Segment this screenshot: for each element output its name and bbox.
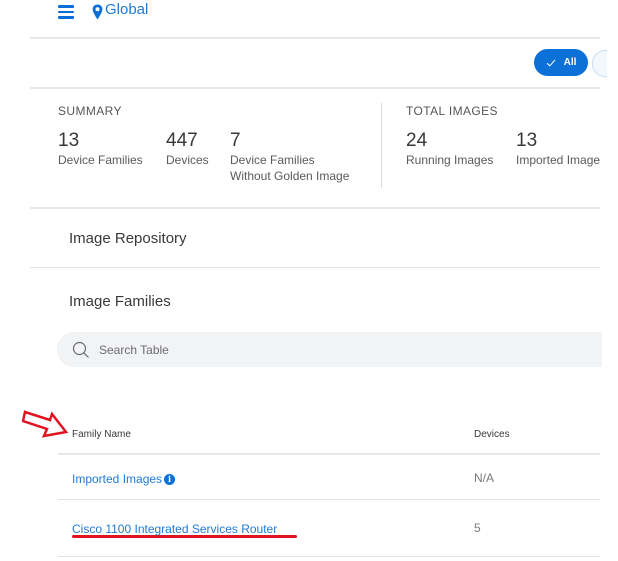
- info-icon[interactable]: i: [164, 474, 176, 485]
- summary-bottom-divider: [30, 207, 600, 209]
- site-selector[interactable]: Global: [105, 1, 148, 18]
- devices-cell: N/A: [474, 471, 495, 485]
- search-input[interactable]: [99, 332, 579, 367]
- image-families-title: Image Families: [69, 293, 171, 310]
- toolbar-divider: [30, 87, 600, 89]
- metric-label: Devices: [166, 153, 209, 167]
- metric-value: 13: [58, 130, 80, 151]
- summary-divider: [381, 103, 382, 188]
- metric-label: Imported Images: [516, 153, 600, 167]
- metric-imported-images[interactable]: 13 Imported Images: [516, 130, 600, 168]
- filter-next-button[interactable]: [592, 50, 607, 77]
- family-name-link[interactable]: Imported Images: [72, 472, 162, 486]
- image-repository-title: Image Repository: [69, 230, 187, 247]
- table-row: Imported Images i: [72, 470, 176, 488]
- column-header-family-name[interactable]: Family Name: [72, 429, 131, 440]
- metric-label: Device Families: [58, 153, 143, 167]
- annotation-arrow-icon: [22, 410, 69, 438]
- metric-label-secondary: Without Golden Image: [230, 169, 350, 183]
- row-divider: [58, 499, 600, 500]
- metric-value: 7: [230, 130, 241, 151]
- metric-value: 447: [166, 130, 198, 151]
- metric-value: 13: [516, 130, 538, 151]
- check-icon: [546, 59, 555, 67]
- metric-families-without-golden[interactable]: 7 Device Families Without Golden Image: [230, 130, 349, 184]
- metric-device-families[interactable]: 13 Device Families: [58, 130, 143, 168]
- filter-all-button[interactable]: All: [534, 49, 588, 76]
- devices-cell: 5: [474, 521, 481, 535]
- metric-devices[interactable]: 447 Devices: [166, 130, 209, 168]
- menu-icon[interactable]: [58, 5, 74, 19]
- family-name-link[interactable]: Cisco 1100 Integrated Services Router: [72, 522, 277, 536]
- total-images-title: TOTAL IMAGES: [406, 104, 498, 118]
- metric-value: 24: [406, 130, 428, 151]
- location-pin-icon: [92, 4, 103, 20]
- filter-all-label: All: [563, 57, 577, 68]
- column-header-devices[interactable]: Devices: [474, 429, 510, 440]
- metric-label: Running Images: [406, 153, 494, 167]
- search-table[interactable]: [57, 332, 602, 367]
- metric-label: Device Families: [230, 153, 315, 167]
- summary-title: SUMMARY: [58, 104, 122, 118]
- metric-running-images[interactable]: 24 Running Images: [406, 130, 493, 168]
- header-divider: [30, 37, 600, 39]
- annotation-underline: [72, 535, 297, 538]
- section-divider: [30, 267, 600, 268]
- search-icon: [72, 341, 89, 358]
- row-divider: [58, 556, 600, 557]
- table-header-divider: [58, 453, 600, 455]
